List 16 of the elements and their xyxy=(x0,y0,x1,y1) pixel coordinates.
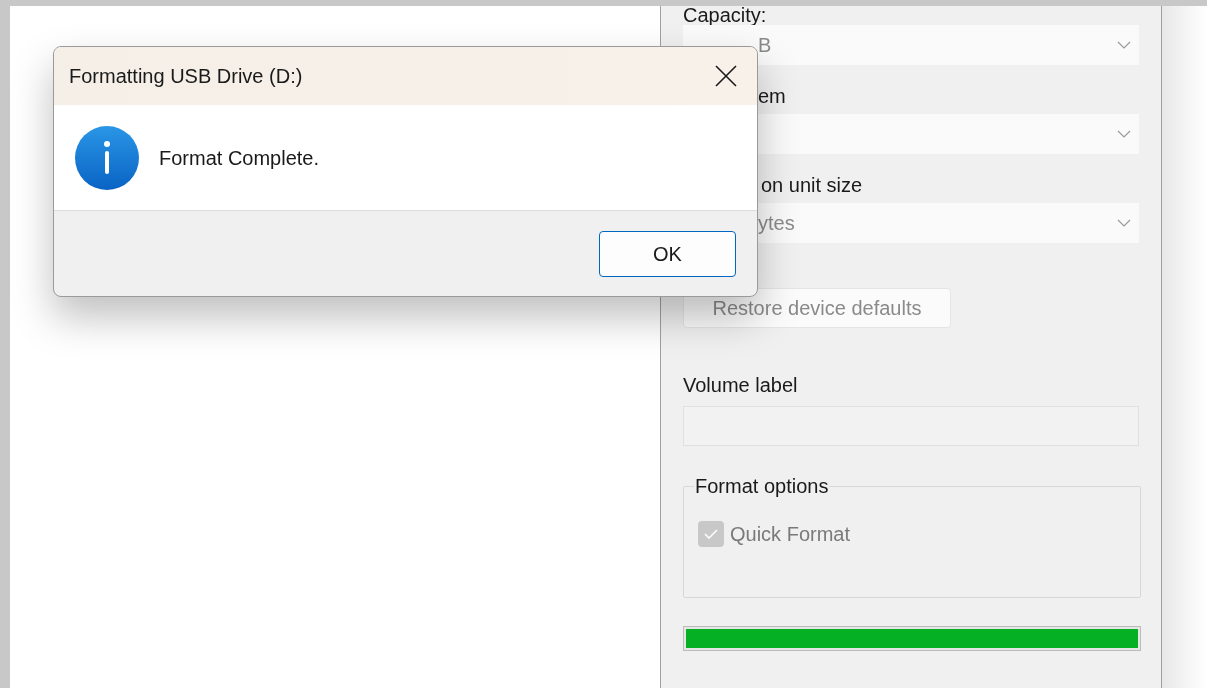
close-icon[interactable] xyxy=(715,65,737,87)
dialog-message: Format Complete. xyxy=(159,145,320,171)
allocation-unit-label: on unit size xyxy=(760,173,864,198)
chevron-down-icon xyxy=(1117,130,1131,138)
capacity-dropdown[interactable]: B xyxy=(683,25,1139,65)
chevron-down-icon xyxy=(1117,219,1131,227)
info-icon xyxy=(75,125,139,190)
chevron-down-icon xyxy=(1117,41,1131,49)
dropdown-value: B xyxy=(758,33,772,58)
dialog-title: Formatting USB Drive (D:) xyxy=(69,64,303,89)
checkmark-icon xyxy=(704,529,718,539)
capacity-label: Capacity: xyxy=(683,6,768,28)
ok-button[interactable]: OK xyxy=(599,230,736,277)
volume-label-heading: Volume label xyxy=(683,373,799,398)
file-system-label: em xyxy=(757,84,787,109)
dropdown-value: ytes xyxy=(758,211,795,236)
